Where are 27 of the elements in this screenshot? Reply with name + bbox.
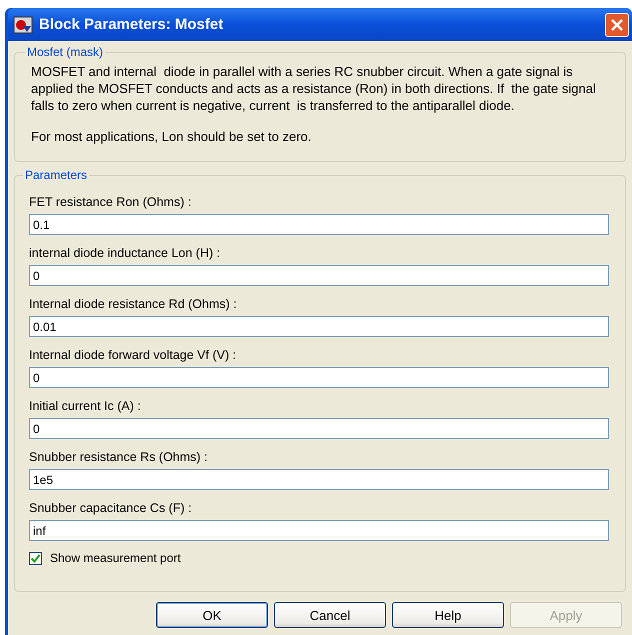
parameter-label: Internal diode resistance Rd (Ohms) : bbox=[29, 297, 238, 312]
checkbox-label: Show measurement port bbox=[50, 551, 181, 565]
description-text: For most applications, Lon should be set to zero. bbox=[31, 128, 312, 145]
parameter-label: Snubber resistance Rs (Ohms) : bbox=[29, 450, 209, 465]
close-button[interactable] bbox=[605, 12, 629, 36]
parameter-field[interactable]: 0 bbox=[29, 367, 609, 388]
parameter-field[interactable]: 0 bbox=[29, 418, 609, 439]
block-icon bbox=[13, 16, 33, 34]
dialog-button[interactable]: Cancel bbox=[274, 602, 386, 628]
parameter-label: Internal diode forward voltage Vf (V) : bbox=[29, 348, 238, 363]
group-title: Parameters bbox=[24, 168, 88, 182]
description-text: MOSFET and internal diode in parallel with a series RC snubber circuit. When a gate signal is applied the MOSFET conducts and acts as a resistance (Ron) in both directions. If the gate signal falls to zero when current is negative, current is transferred to the antiparallel diode. bbox=[31, 63, 597, 114]
parameter-field[interactable]: 0 bbox=[29, 265, 609, 286]
checkbox[interactable] bbox=[29, 552, 42, 564]
parameter-label: FET resistance Ron (Ohms) : bbox=[29, 195, 192, 210]
window-title: Block Parameters: Mosfet bbox=[39, 16, 224, 33]
dialog-button[interactable]: OK bbox=[156, 602, 268, 628]
close-icon bbox=[610, 18, 624, 32]
parameter-label: Initial current Ic (A) : bbox=[29, 399, 142, 414]
parameter-field[interactable]: 1e5 bbox=[29, 469, 609, 490]
parameter-field[interactable]: inf bbox=[29, 520, 609, 541]
parameter-label: Snubber capacitance Cs (F) : bbox=[29, 501, 193, 516]
dialog-button[interactable]: Help bbox=[392, 602, 504, 628]
parameter-label: internal diode inductance Lon (H) : bbox=[29, 246, 222, 261]
parameter-field[interactable]: 0.01 bbox=[29, 316, 609, 337]
group-title: Mosfet (mask) bbox=[26, 45, 104, 59]
parameter-field[interactable]: 0.1 bbox=[29, 214, 609, 235]
